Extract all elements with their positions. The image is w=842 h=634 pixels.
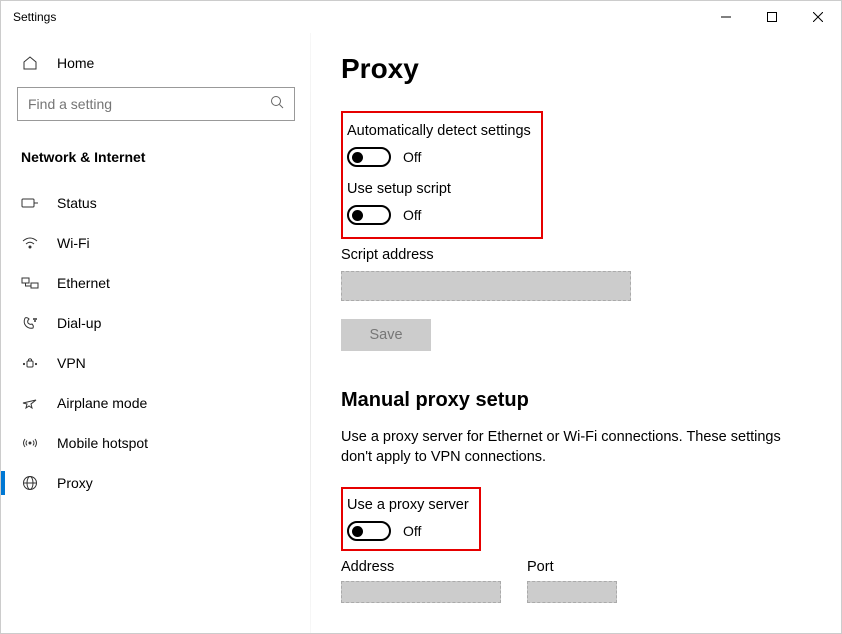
nav-label: Ethernet [57,275,110,291]
nav-label: VPN [57,355,86,371]
auto-detect-state: Off [403,149,421,165]
nav-label: Wi-Fi [57,235,90,251]
section-header: Network & Internet [1,139,311,183]
minimize-button[interactable] [703,1,749,33]
search-input[interactable] [17,87,295,121]
nav-home[interactable]: Home [1,45,311,81]
nav-label: Mobile hotspot [57,435,148,451]
nav-label: Airplane mode [57,395,147,411]
script-address-label: Script address [341,247,801,263]
manual-setup-desc: Use a proxy server for Ethernet or Wi-Fi… [341,428,781,467]
search-icon [270,95,284,114]
manual-setup-heading: Manual proxy setup [341,389,801,412]
setup-script-state: Off [403,207,421,223]
dialup-icon [21,316,39,330]
port-input [527,581,617,603]
script-address-input [341,271,631,301]
highlight-use-proxy: Use a proxy server Off [341,487,481,551]
status-icon [21,196,39,210]
close-button[interactable] [795,1,841,33]
search-field[interactable] [28,96,270,112]
globe-icon [21,475,39,491]
nav-label: Status [57,195,97,211]
port-label: Port [527,559,617,575]
maximize-button[interactable] [749,1,795,33]
nav-label: Proxy [57,475,93,491]
save-button: Save [341,319,431,351]
nav-vpn[interactable]: VPN [1,343,311,383]
highlight-auto-proxy: Automatically detect settings Off Use se… [341,111,543,239]
vpn-icon [21,356,39,370]
auto-detect-label: Automatically detect settings [347,123,531,139]
nav-ethernet[interactable]: Ethernet [1,263,311,303]
ethernet-icon [21,276,39,290]
use-proxy-state: Off [403,523,421,539]
address-label: Address [341,559,501,575]
auto-detect-toggle[interactable] [347,147,391,167]
nav-airplane[interactable]: Airplane mode [1,383,311,423]
nav-wifi[interactable]: Wi-Fi [1,223,311,263]
address-input [341,581,501,603]
airplane-icon [21,396,39,410]
nav-label: Dial-up [57,315,101,331]
nav-hotspot[interactable]: Mobile hotspot [1,423,311,463]
hotspot-icon [21,436,39,450]
page-title: Proxy [341,53,801,85]
setup-script-toggle[interactable] [347,205,391,225]
nav-dialup[interactable]: Dial-up [1,303,311,343]
home-icon [21,55,39,71]
wifi-icon [21,236,39,250]
nav-proxy[interactable]: Proxy [1,463,311,503]
setup-script-label: Use setup script [347,181,531,197]
nav-status[interactable]: Status [1,183,311,223]
nav-home-label: Home [57,55,94,71]
window-title: Settings [13,10,703,24]
use-proxy-label: Use a proxy server [347,497,469,513]
use-proxy-toggle[interactable] [347,521,391,541]
